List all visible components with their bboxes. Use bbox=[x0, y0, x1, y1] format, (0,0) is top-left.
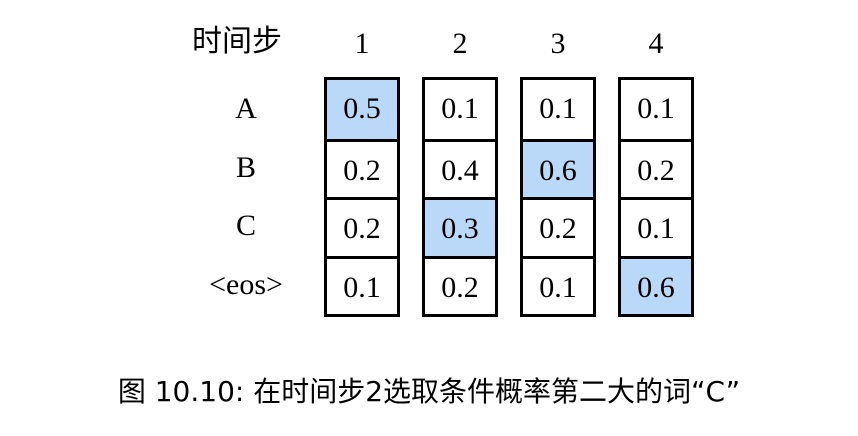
token-label-a: A bbox=[235, 92, 257, 125]
figure-caption: 图 10.10: 在时间步2选取条件概率第二大的词“C” bbox=[117, 375, 741, 408]
prob-cell: 0.2 bbox=[523, 197, 593, 256]
prob-cell: 0.2 bbox=[621, 138, 691, 198]
selected-prob-cell: 0.6 bbox=[621, 255, 691, 314]
selected-prob-cell: 0.3 bbox=[425, 197, 495, 256]
prob-cell: 0.2 bbox=[425, 255, 495, 315]
prob-cell: 0.1 bbox=[327, 255, 397, 315]
token-label-c: C bbox=[235, 209, 256, 242]
time-step-label-3: 3 bbox=[550, 27, 566, 60]
prob-cell: 0.2 bbox=[327, 197, 397, 256]
prob-cell: 0.1 bbox=[621, 197, 691, 256]
prob-cell: 0.1 bbox=[441, 92, 479, 125]
step-column-3: 0.1 0.6 0.2 0.1 bbox=[520, 77, 596, 317]
prob-cell: 0.2 bbox=[327, 138, 397, 198]
step-column-2: 0.1 0.4 0.3 0.2 bbox=[422, 77, 498, 317]
selected-prob-cell: 0.6 bbox=[523, 138, 593, 197]
time-step-header: 时间步 bbox=[192, 24, 282, 59]
prob-cell: 0.1 bbox=[523, 255, 593, 315]
selected-prob-cell: 0.5 bbox=[327, 80, 397, 139]
time-step-label-4: 4 bbox=[648, 27, 664, 60]
prob-cell: 0.1 bbox=[539, 92, 577, 125]
probability-diagram: 时间步 1 2 3 4 A B C <eos> 0.5 0.2 0.2 0.1 … bbox=[0, 0, 858, 436]
step-column-1: 0.5 0.2 0.2 0.1 bbox=[324, 77, 400, 317]
token-label-b: B bbox=[235, 150, 256, 184]
prob-cell: 0.1 bbox=[637, 92, 675, 125]
prob-cell: 0.4 bbox=[425, 138, 495, 198]
time-step-label-1: 1 bbox=[354, 27, 370, 60]
step-column-4: 0.1 0.2 0.1 0.6 bbox=[618, 77, 694, 317]
token-label-eos: <eos> bbox=[209, 267, 283, 301]
time-step-label-2: 2 bbox=[452, 27, 468, 60]
